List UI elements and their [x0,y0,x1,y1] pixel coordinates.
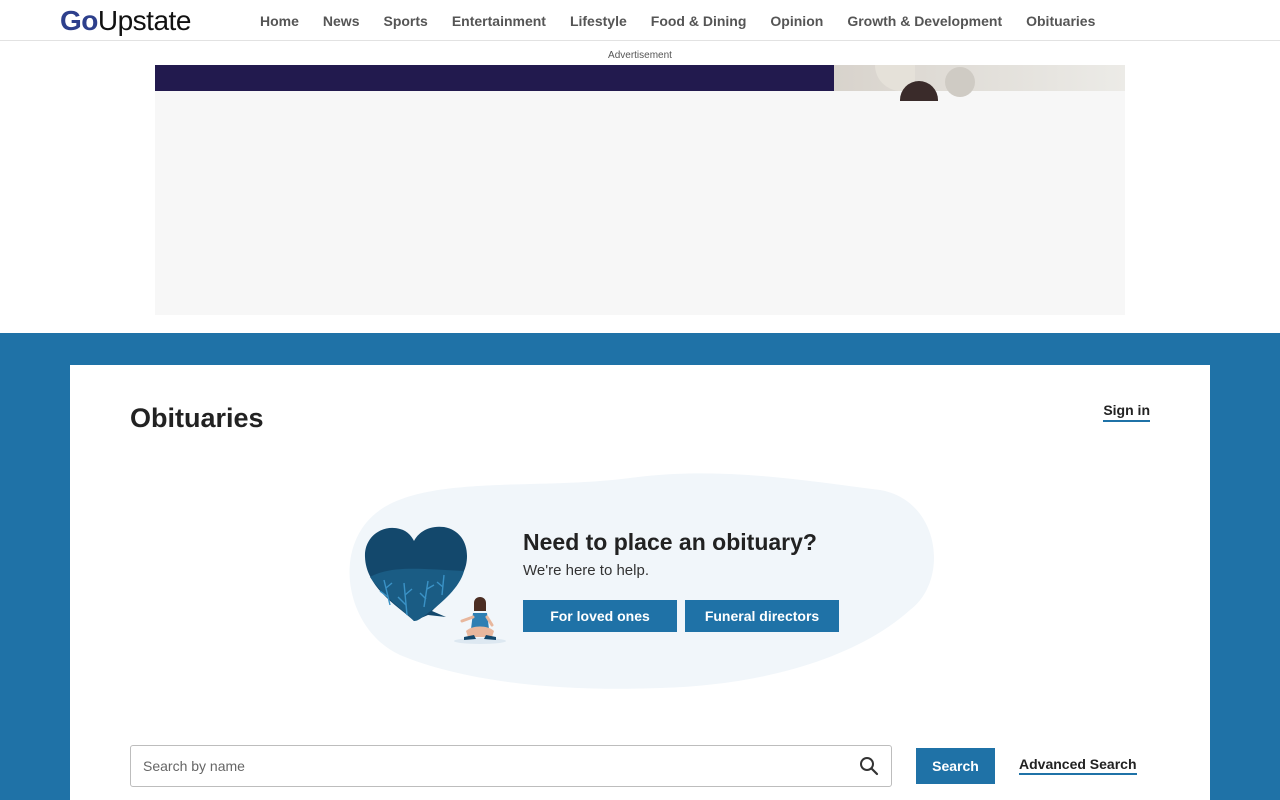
heart-person-illustration [364,526,506,644]
for-loved-ones-button[interactable]: For loved ones [523,600,677,632]
nav-lifestyle[interactable]: Lifestyle [570,13,627,29]
advanced-search-link[interactable]: Advanced Search [1019,756,1137,775]
place-obituary-promo: Need to place an obituary? We're here to… [340,470,940,692]
funeral-directors-button[interactable]: Funeral directors [685,600,839,632]
ad-image-strip [155,65,1125,101]
obituaries-card: Obituaries Sign in Need to place an obit… [70,365,1210,800]
nav-home[interactable]: Home [260,13,299,29]
nav-sports[interactable]: Sports [383,13,427,29]
ad-label: Advertisement [608,50,672,61]
nav-obituaries[interactable]: Obituaries [1026,13,1095,29]
ad-banner[interactable] [155,65,1125,315]
search-input[interactable] [143,746,843,786]
logo-go-text: Go [60,5,98,36]
nav-entertainment[interactable]: Entertainment [452,13,546,29]
search-icon[interactable] [859,756,879,776]
search-button[interactable]: Search [916,748,995,784]
nav-growth-development[interactable]: Growth & Development [847,13,1002,29]
nav-news[interactable]: News [323,13,360,29]
logo-upstate-text: Upstate [97,5,192,36]
sign-in-link[interactable]: Sign in [1103,402,1150,422]
promo-heading: Need to place an obituary? [523,529,817,555]
promo-subheading: We're here to help. [523,562,649,579]
main-nav: Home News Sports Entertainment Lifestyle… [248,0,1107,41]
nav-food-dining[interactable]: Food & Dining [651,13,747,29]
ad-decoration [945,67,975,97]
page-title: Obituaries [130,403,264,433]
search-box [130,745,892,787]
nav-opinion[interactable]: Opinion [770,13,823,29]
site-logo[interactable]: Go Upstate [60,5,191,37]
top-navigation: Go Upstate Home News Sports Entertainment… [0,0,1280,41]
